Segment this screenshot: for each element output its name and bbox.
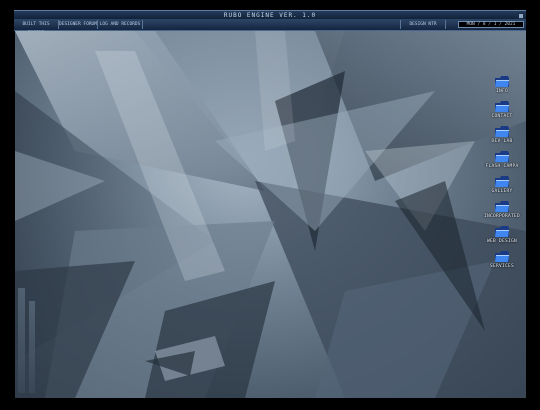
desktop-wallpaper: INFO CONTACT DEV LAB FLASH CAMPA GALLERY… xyxy=(15,31,526,398)
desktop-icon-label: DEV LAB xyxy=(491,139,513,144)
abstract-wallpaper xyxy=(15,31,526,398)
folder-icon xyxy=(495,101,509,112)
desktop-icon-label: GALLERY xyxy=(491,189,513,194)
desktop-icon-services[interactable]: SERVICES xyxy=(479,250,525,274)
menu-item-log-records[interactable]: LOG AND RECORDS xyxy=(98,20,143,29)
side-bar-right xyxy=(29,301,35,393)
desktop-icon-label: INFO xyxy=(495,89,509,94)
desktop-icon-incorporated[interactable]: INCORPORATED xyxy=(479,200,525,224)
menu-item-designer-forum[interactable]: DESIGNER FORUM xyxy=(59,20,98,29)
menu-item-design-ntr[interactable]: DESIGN NTR xyxy=(400,20,446,29)
app-frame: RUBO ENGINE VER. 1.0 BUILT THIS ENGINE D… xyxy=(0,0,540,410)
folder-icon xyxy=(495,151,509,162)
desktop-icon-contact[interactable]: CONTACT xyxy=(479,100,525,124)
side-bar-left xyxy=(18,288,25,393)
desktop-icon-web-design[interactable]: WEB DESIGN xyxy=(479,225,525,249)
menu-item-built-engine[interactable]: BUILT THIS ENGINE xyxy=(14,20,59,36)
desktop-icon-flash-campa[interactable]: FLASH CAMPA xyxy=(479,150,525,174)
menu-bar: BUILT THIS ENGINE DESIGNER FORUM LOG AND… xyxy=(14,19,526,36)
folder-icon xyxy=(495,226,509,237)
folder-icon xyxy=(495,76,509,87)
clock-display: MON / 8 / 1 / 2021 xyxy=(458,21,524,28)
desktop-icon-label: INCORPORATED xyxy=(483,214,521,219)
desktop-icon-label: CONTACT xyxy=(491,114,513,119)
desktop-icon-label: WEB DESIGN xyxy=(486,239,518,244)
desktop-icon-gallery[interactable]: GALLERY xyxy=(479,175,525,199)
folder-icon xyxy=(495,201,509,212)
folder-icon xyxy=(495,126,509,137)
desktop-icon-dev-lab[interactable]: DEV LAB xyxy=(479,125,525,149)
folder-icon xyxy=(495,176,509,187)
desktop-icon-label: SERVICES xyxy=(489,264,515,269)
desktop-icon-label: FLASH CAMPA xyxy=(485,164,519,169)
folder-icon xyxy=(495,251,509,262)
desktop-icon-info[interactable]: INFO xyxy=(479,75,525,99)
